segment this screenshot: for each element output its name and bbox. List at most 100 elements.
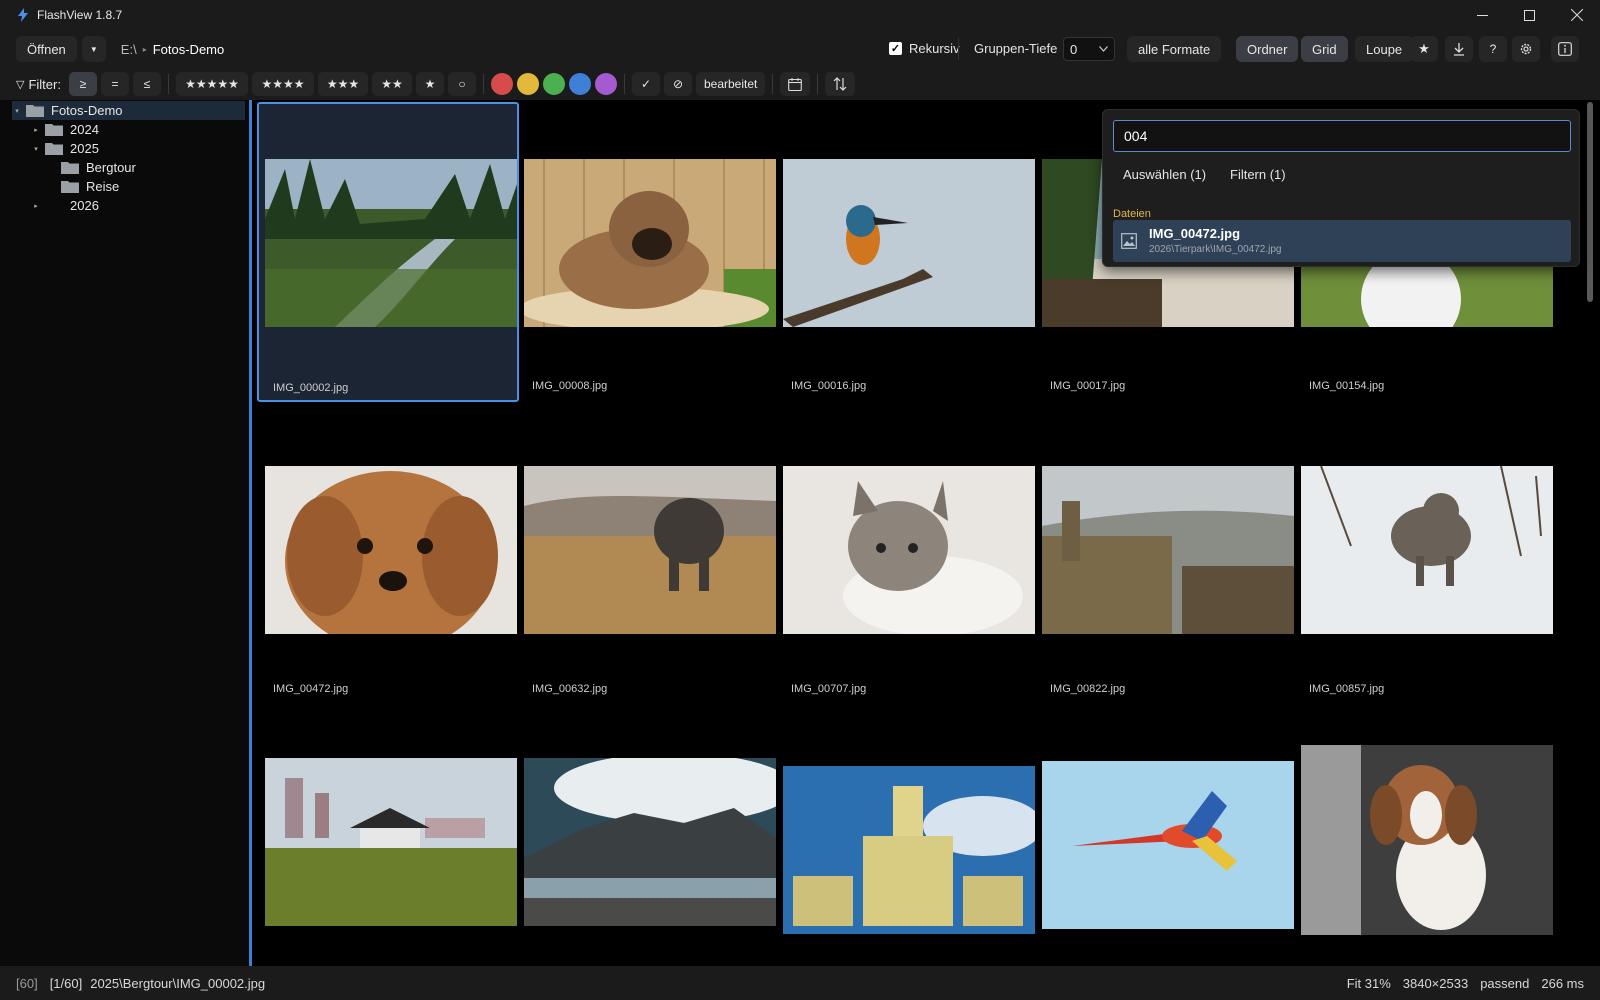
thumbnail-cell[interactable]: IMG_00822.jpg (1036, 405, 1298, 705)
caret-right-icon[interactable]: ▸ (31, 126, 41, 134)
info-panel-button[interactable] (1551, 36, 1579, 62)
thumbnail-cell[interactable] (259, 705, 521, 966)
thumbnail-image[interactable] (265, 758, 517, 926)
filter-stars-3[interactable]: ★★★ (317, 72, 368, 96)
caret-right-icon[interactable]: ▸ (31, 202, 41, 210)
thumbnail-image[interactable] (783, 159, 1035, 327)
tree-item-reise[interactable]: Reise (61, 177, 119, 196)
thumbnail-image[interactable] (524, 466, 776, 634)
thumbnail-image[interactable] (524, 758, 776, 926)
thumbnail-cell[interactable]: IMG_00016.jpg (777, 102, 1039, 402)
caret-down-icon[interactable]: ▾ (12, 107, 22, 115)
status-position: [1/60] (49, 975, 83, 991)
thumbnail-cell[interactable] (777, 705, 1039, 966)
filter-unrated[interactable]: ○ (447, 72, 476, 96)
minimize-button[interactable] (1459, 0, 1506, 30)
open-dropdown-button[interactable]: ▼ (81, 36, 106, 62)
color-label-filter[interactable] (542, 73, 565, 95)
tree-item-2025[interactable]: ▾ 2025 (31, 139, 99, 158)
search-popup: Auswählen (1) Filtern (1) Dateien IMG_00… (1102, 109, 1580, 267)
thumbnail-cell[interactable]: IMG_00472.jpg (259, 405, 521, 705)
thumbnail-cell[interactable]: IMG_00857.jpg (1295, 405, 1557, 705)
group-depth-label: Gruppen-Tiefe (974, 41, 1058, 56)
color-label-filter[interactable] (594, 73, 617, 95)
filter-stars-4[interactable]: ★★★★ (251, 72, 314, 96)
thumbnail-filename: IMG_00017.jpg (1050, 380, 1126, 392)
thumbnail-image[interactable] (783, 766, 1035, 934)
favorites-button[interactable]: ★ (1410, 36, 1438, 62)
settings-button[interactable] (1512, 36, 1540, 62)
grid-scrollbar-thumb[interactable] (1587, 102, 1593, 302)
thumbnail-cell[interactable] (1295, 705, 1557, 966)
filter-results-label: Filtern (1) (1230, 166, 1286, 182)
thumbnail-image[interactable] (1301, 466, 1553, 634)
filter-accepted-button[interactable]: ✓ (631, 72, 660, 96)
view-grid-button[interactable]: Grid (1301, 36, 1348, 62)
filter-le-button[interactable]: ≤ (132, 72, 161, 96)
maximize-button[interactable] (1506, 0, 1553, 30)
select-results-button[interactable]: Auswählen (1) (1113, 162, 1216, 186)
tree-item-root[interactable]: ▾ Fotos-Demo (12, 101, 245, 120)
thumbnail-image[interactable] (1042, 761, 1294, 929)
thumbnail-filename: IMG_00707.jpg (791, 683, 867, 695)
filter-stars-5[interactable]: ★★★★★ (175, 72, 248, 96)
thumbnail-cell[interactable]: IMG_00008.jpg (518, 102, 780, 402)
color-label-filter[interactable] (568, 73, 591, 95)
tree-item-2024[interactable]: ▸ 2024 (31, 120, 99, 139)
thumbnail-image[interactable] (265, 466, 517, 634)
filter-stars-1[interactable]: ★ (415, 72, 444, 96)
folder-tree: ▾ Fotos-Demo ▸ 2024 ▾ 2025 Bergtour Reis… (0, 100, 252, 966)
color-label-filter[interactable] (490, 73, 513, 95)
filter-edited-button[interactable]: bearbeitet (695, 72, 766, 96)
filter-ge-button[interactable]: ≥ (68, 72, 97, 96)
filter-eq-button[interactable]: = (100, 72, 129, 96)
filter-ge-label: ≥ (79, 77, 87, 91)
tree-item-bergtour[interactable]: Bergtour (61, 158, 136, 177)
filter-stars-2[interactable]: ★★ (371, 72, 412, 96)
thumbnail-filename: IMG_00008.jpg (532, 380, 608, 392)
toolbar: Öffnen ▼ E:\ ▸ Fotos-Demo ✓ Rekursiv Gru… (0, 30, 1600, 68)
thumbnail-image[interactable] (524, 159, 776, 327)
flash-icon (18, 8, 28, 22)
divider (623, 74, 625, 94)
thumbnail-cell[interactable]: IMG_00632.jpg (518, 405, 780, 705)
tree-item-2026[interactable]: ▸ 2026 (31, 196, 99, 215)
filter-results-button[interactable]: Filtern (1) (1220, 162, 1296, 186)
filter-rejected-button[interactable]: ⊘ (663, 72, 692, 96)
recursive-label: Rekursiv (909, 41, 960, 56)
thumbnail-image[interactable] (783, 466, 1035, 634)
divider (958, 38, 959, 60)
calendar-icon (788, 77, 803, 91)
caret-down-icon[interactable]: ▾ (31, 145, 41, 153)
thumbnail-cell[interactable] (1036, 705, 1298, 966)
thumbnail-cell[interactable]: IMG_00002.jpg (257, 102, 519, 402)
breadcrumb-drive[interactable]: E:\ (121, 42, 137, 57)
stars-5-label: ★★★★★ (185, 77, 239, 91)
thumbnail-image[interactable] (265, 159, 517, 327)
download-button[interactable] (1445, 36, 1473, 62)
star-icon: ★ (1418, 41, 1430, 56)
view-folder-button[interactable]: Ordner (1236, 36, 1299, 62)
open-button[interactable]: Öffnen (16, 36, 77, 62)
thumbnail-cell[interactable]: IMG_00707.jpg (777, 405, 1039, 705)
color-label-filter[interactable] (516, 73, 539, 95)
close-button[interactable] (1553, 0, 1600, 30)
group-depth-value: 0 (1070, 41, 1078, 57)
divider (482, 74, 484, 94)
recursive-checkbox[interactable]: ✓ (889, 42, 902, 55)
breadcrumb-folder[interactable]: Fotos-Demo (153, 42, 225, 57)
status-zoom: Fit 31% (1346, 975, 1391, 991)
thumbnail-image[interactable] (1042, 466, 1294, 634)
sort-button[interactable] (825, 72, 856, 96)
date-filter-button[interactable] (780, 72, 811, 96)
search-input[interactable] (1113, 120, 1571, 152)
thumbnail-cell[interactable] (518, 705, 780, 966)
thumbnail-image[interactable] (1301, 745, 1553, 935)
help-button[interactable]: ? (1479, 36, 1507, 62)
view-loupe-button[interactable]: Loupe (1355, 36, 1414, 62)
search-result-item[interactable]: IMG_00472.jpg 2026\Tierpark\IMG_00472.jp… (1113, 220, 1571, 262)
title-bar: FlashView 1.8.7 (0, 0, 1600, 30)
recursive-toggle[interactable]: ✓ Rekursiv (889, 41, 960, 56)
formats-button[interactable]: alle Formate (1127, 36, 1222, 62)
group-depth-select[interactable]: 0 (1063, 37, 1115, 61)
